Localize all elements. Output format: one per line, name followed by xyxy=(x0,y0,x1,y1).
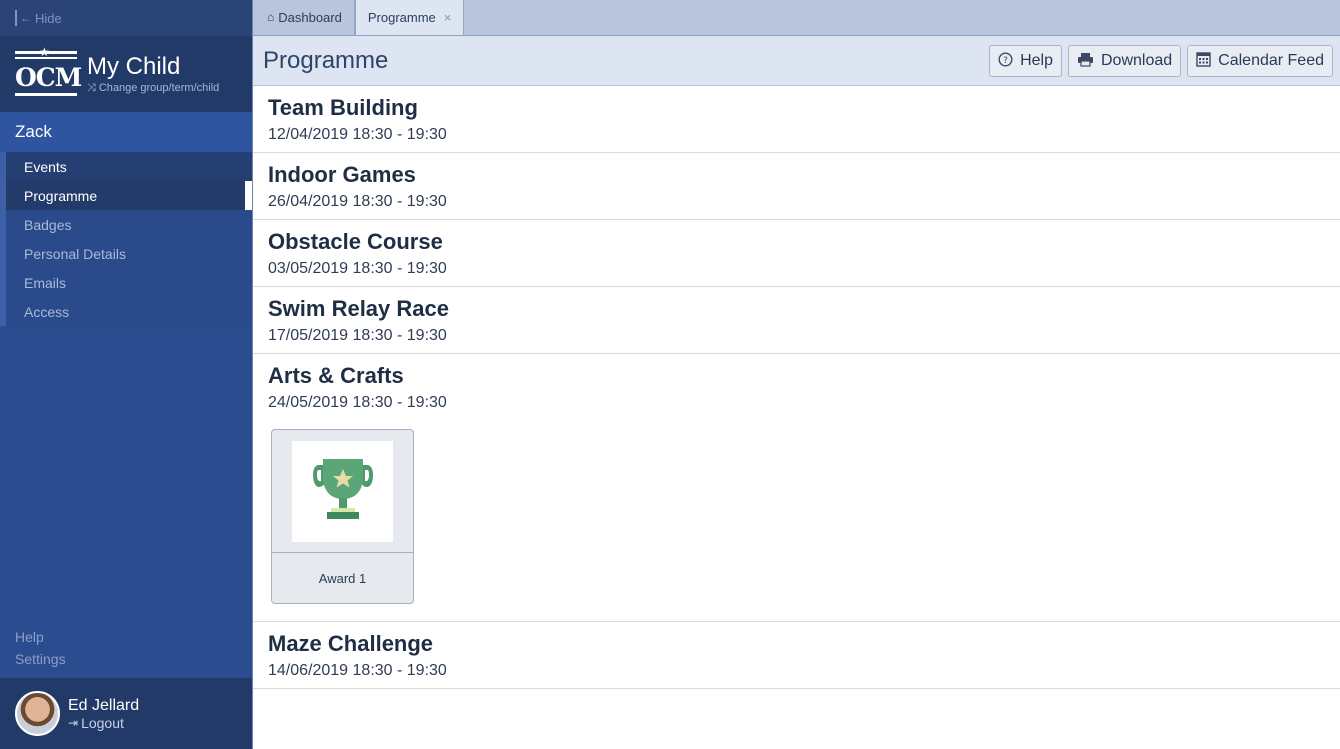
close-icon[interactable]: × xyxy=(444,10,452,25)
list-item[interactable]: Arts & Crafts 24/05/2019 18:30 - 19:30 A… xyxy=(253,354,1340,622)
event-date: 12/04/2019 18:30 - 19:30 xyxy=(268,126,447,143)
settings-link[interactable]: Settings xyxy=(15,648,66,670)
event-date: 14/06/2019 18:30 - 19:30 xyxy=(268,662,447,679)
divider xyxy=(15,10,17,26)
change-context-label: Change group/term/child xyxy=(98,82,220,94)
active-indicator xyxy=(245,181,252,210)
header-actions: ? Help Download Calendar Feed xyxy=(989,44,1333,77)
sidebar-item-badges[interactable]: Badges xyxy=(0,210,252,239)
user-panel: Ed Jellard ⇥ Logout xyxy=(0,678,252,749)
hide-label: Hide xyxy=(35,10,62,26)
page-title: Programme xyxy=(263,46,389,74)
sidebar-item-emails[interactable]: Emails xyxy=(0,268,252,297)
sidebar-footer-links: Help Settings xyxy=(15,626,66,670)
help-link[interactable]: Help xyxy=(15,626,66,648)
award-card[interactable]: Award 1 xyxy=(271,429,414,604)
award-label: Award 1 xyxy=(318,571,367,586)
calendar-feed-button[interactable]: Calendar Feed xyxy=(1187,44,1333,77)
event-name: Team Building xyxy=(268,95,418,120)
shuffle-icon: ⤨ xyxy=(87,81,96,94)
list-item[interactable]: Maze Challenge 14/06/2019 18:30 - 19:30 xyxy=(253,622,1340,689)
sidebar-nav: Events Programme Badges Personal Details… xyxy=(0,152,252,326)
list-item[interactable]: Team Building 12/04/2019 18:30 - 19:30 xyxy=(253,86,1340,153)
ocm-logo: ★ OCM xyxy=(15,45,82,97)
help-circle-icon: ? xyxy=(998,51,1013,70)
sidebar-item-events[interactable]: Events xyxy=(0,152,252,181)
arrow-left-icon: ← xyxy=(20,11,32,25)
sidebar-item-personal-details[interactable]: Personal Details xyxy=(0,239,252,268)
page-header: Programme ? Help Download Calendar Feed xyxy=(253,36,1340,86)
hide-sidebar-button[interactable]: ← Hide xyxy=(0,0,252,36)
logout-icon: ⇥ xyxy=(68,715,79,730)
change-context-link[interactable]: ⤨ Change group/term/child xyxy=(87,82,219,95)
avatar[interactable] xyxy=(15,691,60,736)
event-date: 17/05/2019 18:30 - 19:30 xyxy=(268,327,447,344)
event-date: 24/05/2019 18:30 - 19:30 xyxy=(268,394,447,411)
sidebar: ← Hide ★ OCM My Child ⤨ Change group/ter… xyxy=(0,0,252,749)
list-item[interactable]: Swim Relay Race 17/05/2019 18:30 - 19:30 xyxy=(253,287,1340,354)
trophy-icon xyxy=(312,459,373,519)
sidebar-item-programme[interactable]: Programme xyxy=(0,181,252,210)
calendar-icon xyxy=(1196,51,1211,70)
event-name: Maze Challenge xyxy=(268,631,434,656)
event-name: Swim Relay Race xyxy=(268,296,449,321)
programme-list: Team Building 12/04/2019 18:30 - 19:30 I… xyxy=(253,86,1340,689)
brand-title: My Child xyxy=(87,52,181,80)
event-date: 03/05/2019 18:30 - 19:30 xyxy=(268,260,447,277)
svg-text:?: ? xyxy=(1003,56,1008,66)
event-name: Obstacle Course xyxy=(268,229,443,254)
event-name: Indoor Games xyxy=(268,162,416,187)
home-icon: ⌂ xyxy=(267,10,275,24)
main-content: ⌂ Dashboard Programme × Programme ? Help… xyxy=(252,0,1340,749)
help-button[interactable]: ? Help xyxy=(989,44,1062,77)
printer-icon xyxy=(1077,52,1094,70)
list-item[interactable]: Obstacle Course 03/05/2019 18:30 - 19:30 xyxy=(253,220,1340,287)
tab-programme[interactable]: Programme × xyxy=(354,0,465,35)
logout-link[interactable]: ⇥ Logout xyxy=(68,715,139,731)
download-button[interactable]: Download xyxy=(1068,44,1182,77)
user-name: Ed Jellard xyxy=(68,696,140,714)
list-item[interactable]: Indoor Games 26/04/2019 18:30 - 19:30 xyxy=(253,153,1340,220)
tab-bar: ⌂ Dashboard Programme × xyxy=(253,0,1340,36)
tab-dashboard[interactable]: ⌂ Dashboard xyxy=(255,0,355,35)
child-name[interactable]: Zack xyxy=(0,112,252,152)
event-date: 26/04/2019 18:30 - 19:30 xyxy=(268,193,447,210)
sidebar-item-access[interactable]: Access xyxy=(0,297,252,326)
brand: ★ OCM My Child ⤨ Change group/term/child xyxy=(0,36,252,112)
event-name: Arts & Crafts xyxy=(268,363,404,388)
